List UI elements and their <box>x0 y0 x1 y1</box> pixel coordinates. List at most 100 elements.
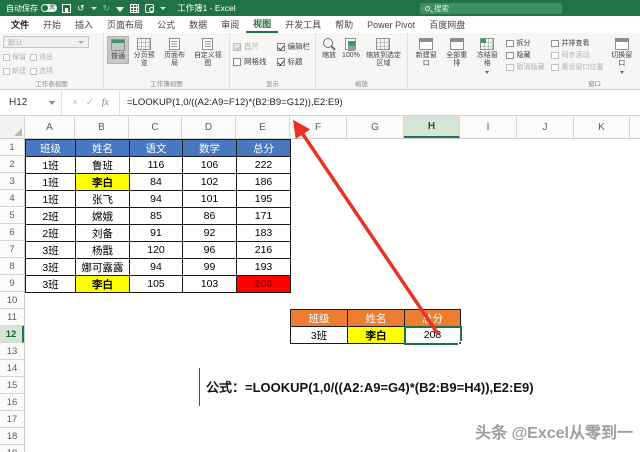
lookup-header-cell[interactable]: 姓名 <box>347 309 405 327</box>
cell[interactable]: 101 <box>182 190 237 208</box>
row-header-13[interactable]: 13 <box>0 343 24 360</box>
row-header-14[interactable]: 14 <box>0 360 24 377</box>
lookup-name-cell[interactable]: 李白 <box>347 326 405 344</box>
column-header-i[interactable]: I <box>460 116 517 138</box>
row-header-10[interactable]: 10 <box>0 292 24 309</box>
cell[interactable]: 92 <box>182 224 237 242</box>
page-layout-button[interactable]: 页面布局 <box>159 36 189 70</box>
table-icon[interactable] <box>130 3 140 13</box>
cell[interactable]: 1班 <box>25 190 76 208</box>
column-header-e[interactable]: E <box>236 116 290 138</box>
tab-power-pivot[interactable]: Power Pivot <box>360 16 422 33</box>
cell[interactable]: 106 <box>182 156 237 174</box>
cell[interactable]: 1班 <box>25 173 76 191</box>
row-header-16[interactable]: 16 <box>0 394 24 411</box>
name-box[interactable]: H12 <box>0 90 62 115</box>
undo-chevron-icon[interactable] <box>90 6 97 10</box>
gridlines-checkbox[interactable]: 网格线 <box>233 56 269 67</box>
zoom-button[interactable]: 缩放 <box>319 36 339 62</box>
row-header-18[interactable]: 18 <box>0 428 24 445</box>
row-header-17[interactable]: 17 <box>0 411 24 428</box>
search-box[interactable]: 搜索 <box>420 2 562 14</box>
split-button[interactable]: 拆分 <box>505 38 545 48</box>
custom-views-button[interactable]: 自定义视图 <box>190 36 226 70</box>
tab-data[interactable]: 数据 <box>182 16 214 33</box>
freeze-panes-button[interactable]: 冻结窗格 <box>472 36 503 76</box>
row-header-5[interactable]: 5 <box>0 207 24 224</box>
cell[interactable]: 2班 <box>25 224 76 242</box>
cell[interactable]: 120 <box>129 241 183 259</box>
cell[interactable]: 杨戬 <box>75 241 130 259</box>
formula-input[interactable]: =LOOKUP(1,0/((A2:A9=F12)*(B2:B9=G12)),E2… <box>120 90 640 115</box>
column-header-j[interactable]: J <box>517 116 574 138</box>
hide-button[interactable]: 隐藏 <box>505 50 545 60</box>
result-cell[interactable]: 208 <box>236 275 291 293</box>
cell[interactable]: 222 <box>236 156 291 174</box>
cell[interactable]: 2班 <box>25 207 76 225</box>
cell[interactable]: 96 <box>182 241 237 259</box>
insert-function-icon[interactable]: fx <box>102 98 109 108</box>
tab-page-layout[interactable]: 页面布局 <box>100 16 150 33</box>
tab-developer[interactable]: 开发工具 <box>278 16 328 33</box>
cell[interactable]: 嫦娥 <box>75 207 130 225</box>
cell[interactable]: 3班 <box>25 275 76 293</box>
lookup-header-cell[interactable]: 总分 <box>404 309 461 327</box>
select-all-corner[interactable] <box>0 116 25 138</box>
cell[interactable]: 183 <box>236 224 291 242</box>
zoom-to-selection-button[interactable]: 缩放到选定区域 <box>363 36 404 70</box>
cell[interactable]: 鲁班 <box>75 156 130 174</box>
cell[interactable]: 216 <box>236 241 291 259</box>
tab-home[interactable]: 开始 <box>36 16 68 33</box>
highlighted-cell[interactable]: 李白 <box>75 275 130 293</box>
active-cell-h12[interactable]: 208 <box>403 325 462 345</box>
row-header-2[interactable]: 2 <box>0 156 24 173</box>
column-header-f[interactable]: F <box>290 116 347 138</box>
view-side-by-side-button[interactable]: 并排查看 <box>550 38 604 48</box>
fill-handle[interactable] <box>458 341 462 345</box>
header-cell[interactable]: 总分 <box>236 139 291 157</box>
cell[interactable]: 171 <box>236 207 291 225</box>
lookup-header-cell[interactable]: 班级 <box>290 309 348 327</box>
qat-customize-chevron-icon[interactable] <box>160 6 167 10</box>
camera-icon[interactable] <box>145 3 155 13</box>
tab-formulas[interactable]: 公式 <box>150 16 182 33</box>
undo-icon[interactable]: ↺ <box>77 3 85 13</box>
row-header-11[interactable]: 11 <box>0 309 24 326</box>
cell[interactable]: 94 <box>129 190 183 208</box>
header-cell[interactable]: 班级 <box>25 139 76 157</box>
row-header-15[interactable]: 15 <box>0 377 24 394</box>
column-header-d[interactable]: D <box>182 116 236 138</box>
cell[interactable]: 94 <box>129 258 183 276</box>
tab-insert[interactable]: 插入 <box>68 16 100 33</box>
row-header-19[interactable]: 19 <box>0 445 24 452</box>
arrange-all-button[interactable]: 全部重排 <box>442 36 473 70</box>
highlighted-cell[interactable]: 李白 <box>75 173 130 191</box>
cell[interactable]: 3班 <box>25 258 76 276</box>
row-header-7[interactable]: 7 <box>0 241 24 258</box>
cell[interactable]: 193 <box>236 258 291 276</box>
switch-windows-button[interactable]: 切换窗口 <box>607 36 638 76</box>
column-header-g[interactable]: G <box>347 116 404 138</box>
cell[interactable]: 张飞 <box>75 190 130 208</box>
column-header-k[interactable]: K <box>574 116 630 138</box>
new-window-button[interactable]: 新建窗口 <box>411 36 442 70</box>
row-header-1[interactable]: 1 <box>0 139 24 156</box>
row-header-3[interactable]: 3 <box>0 173 24 190</box>
tab-view[interactable]: 视图 <box>246 16 279 33</box>
filter-icon[interactable] <box>116 6 125 12</box>
cell[interactable]: 102 <box>182 173 237 191</box>
row-header-4[interactable]: 4 <box>0 190 24 207</box>
cell[interactable]: 刘备 <box>75 224 130 242</box>
cell[interactable]: 91 <box>129 224 183 242</box>
column-header-c[interactable]: C <box>129 116 182 138</box>
formula-bar-checkbox[interactable]: 编辑栏 <box>276 41 313 52</box>
lookup-class-cell[interactable]: 3班 <box>290 326 348 344</box>
header-cell[interactable]: 数学 <box>182 139 237 157</box>
tab-review[interactable]: 审阅 <box>214 16 246 33</box>
row-header-12[interactable]: 12 <box>0 326 24 343</box>
cell[interactable]: 105 <box>129 275 183 293</box>
headings-checkbox[interactable]: 标题 <box>276 56 313 67</box>
row-header-9[interactable]: 9 <box>0 275 24 292</box>
cell[interactable]: 1班 <box>25 156 76 174</box>
header-cell[interactable]: 姓名 <box>75 139 130 157</box>
